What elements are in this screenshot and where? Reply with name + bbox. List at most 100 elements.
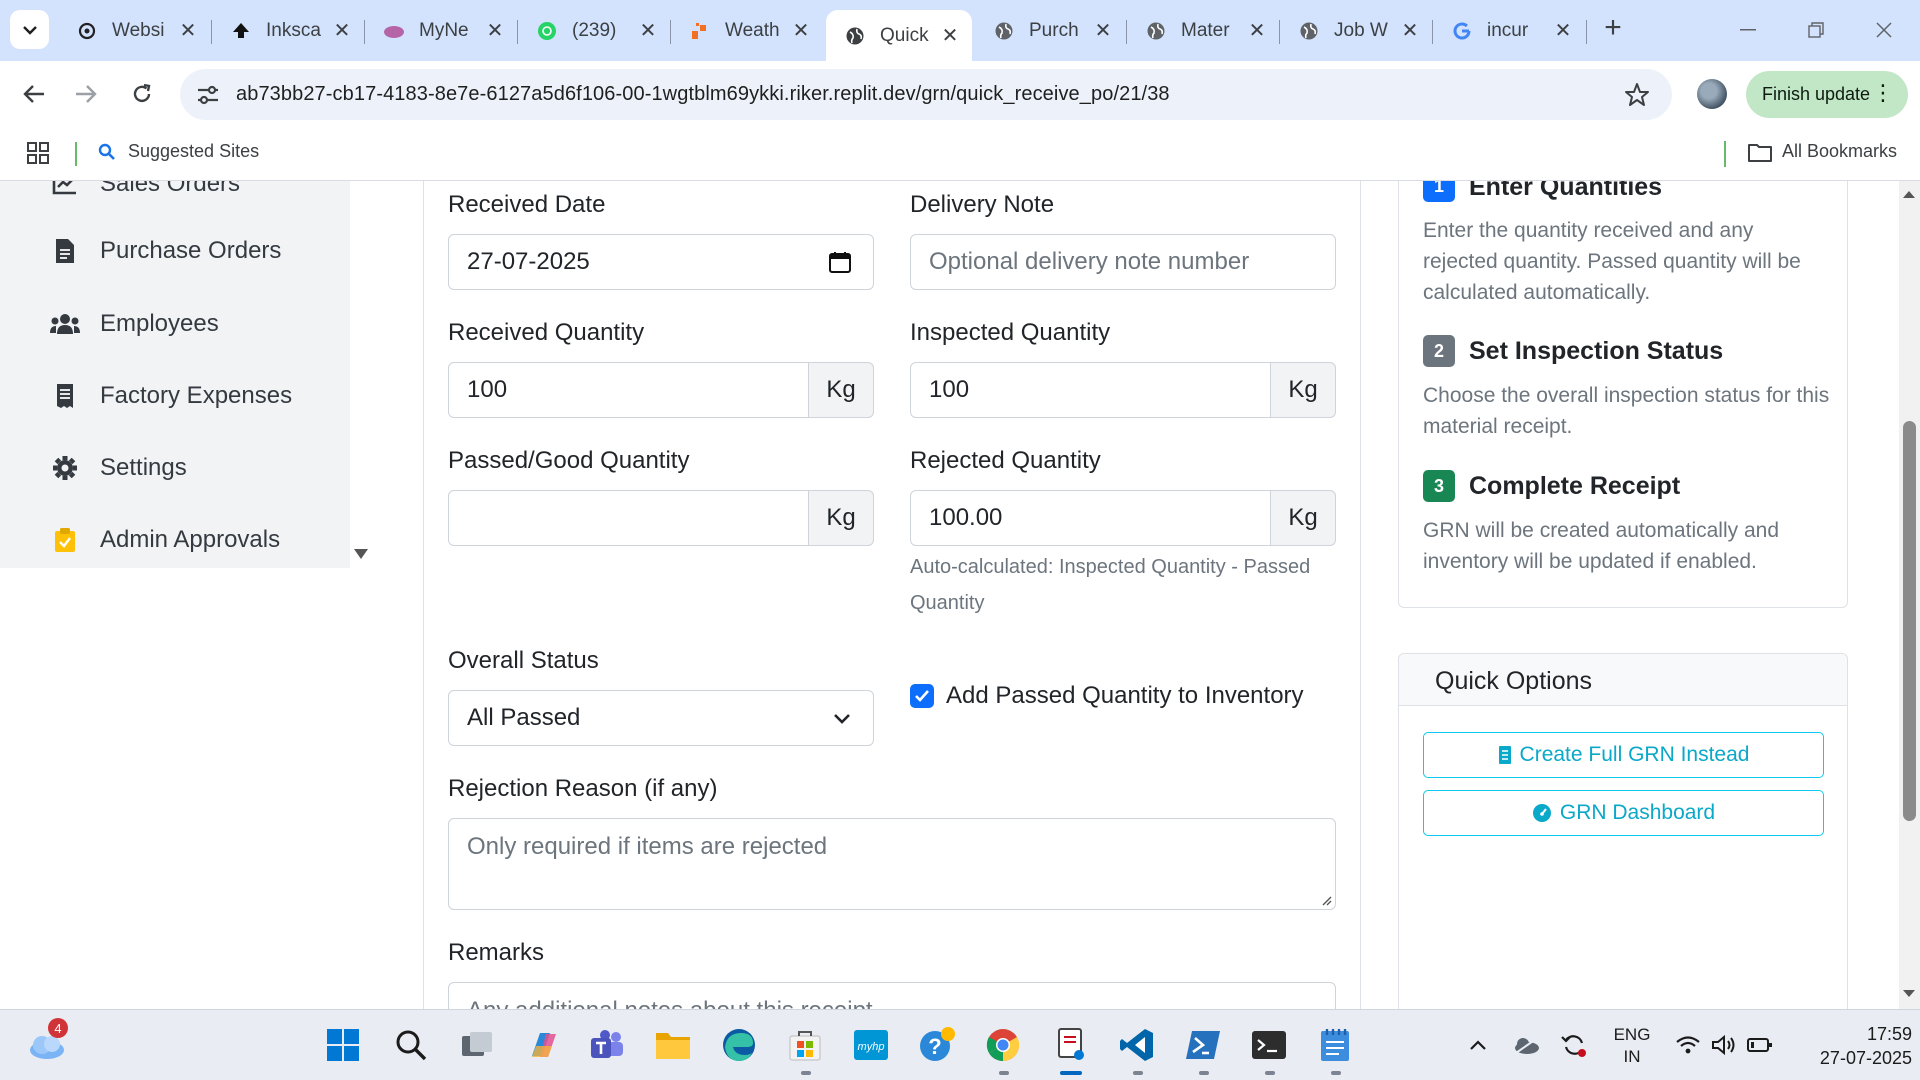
- sidebar-scroll-down-icon[interactable]: [354, 549, 368, 559]
- close-icon[interactable]: ✕: [1551, 19, 1575, 43]
- check-icon: [915, 690, 929, 702]
- tab-search-button[interactable]: [10, 10, 49, 49]
- notification-badge: 4: [48, 1018, 68, 1038]
- browser-tab[interactable]: Purch ✕: [975, 10, 1125, 51]
- remarks-label: Remarks: [448, 939, 545, 966]
- close-icon[interactable]: ✕: [1245, 19, 1269, 43]
- onedrive-icon[interactable]: [1506, 1024, 1546, 1066]
- more-vert-icon: ⋮: [1872, 80, 1894, 105]
- minimize-button[interactable]: [1728, 12, 1768, 48]
- sidebar-scrollbar[interactable]: [350, 181, 373, 568]
- file-explorer-icon[interactable]: [652, 1024, 694, 1066]
- browser-tab[interactable]: Weath ✕: [671, 10, 823, 51]
- address-bar[interactable]: ab73bb27-cb17-4183-8e7e-6127a5d6f106-00-…: [180, 69, 1672, 120]
- help-icon[interactable]: ?: [916, 1024, 958, 1066]
- sidebar-item-factory-expenses[interactable]: Factory Expenses: [50, 381, 292, 411]
- browser-tab[interactable]: Websi ✕: [58, 10, 210, 51]
- rejection-reason-textarea[interactable]: Only required if items are rejected: [448, 818, 1336, 910]
- all-bookmarks-button[interactable]: All Bookmarks: [1748, 141, 1897, 162]
- restore-button[interactable]: [1796, 12, 1836, 48]
- rejected-quantity-input[interactable]: 100.00: [910, 490, 1271, 546]
- document-icon: [50, 236, 80, 266]
- browser-tab[interactable]: Mater ✕: [1127, 10, 1279, 51]
- passed-quantity-input[interactable]: [448, 490, 809, 546]
- snipping-tool-icon[interactable]: [1050, 1024, 1092, 1066]
- suggested-sites-bookmark[interactable]: Suggested Sites: [98, 141, 259, 162]
- sidebar-item-purchase-orders[interactable]: Purchase Orders: [50, 236, 281, 266]
- new-tab-button[interactable]: +: [1598, 13, 1628, 44]
- chrome-icon[interactable]: [982, 1024, 1024, 1066]
- terminal-icon[interactable]: [1248, 1024, 1290, 1066]
- received-quantity-label: Received Quantity: [448, 319, 645, 346]
- bookmark-star-icon[interactable]: [1624, 82, 1650, 108]
- document-icon: [1498, 745, 1512, 765]
- finish-update-button[interactable]: Finish update ⋮: [1746, 71, 1908, 118]
- sidebar-item-admin-approvals[interactable]: Admin Approvals: [50, 525, 280, 555]
- vscode-icon[interactable]: [1116, 1024, 1158, 1066]
- close-icon[interactable]: ✕: [483, 19, 507, 43]
- teams-icon[interactable]: [586, 1024, 628, 1066]
- weather-widget-icon[interactable]: 4: [26, 1018, 68, 1066]
- close-window-button[interactable]: [1864, 12, 1904, 48]
- myhp-icon[interactable]: myhp: [850, 1024, 892, 1066]
- windows-start-icon[interactable]: [322, 1024, 364, 1066]
- browser-tab[interactable]: (239) ✕: [518, 10, 670, 51]
- close-icon[interactable]: ✕: [636, 19, 660, 43]
- close-icon[interactable]: ✕: [1091, 19, 1115, 43]
- resize-handle-icon[interactable]: [1320, 894, 1332, 906]
- volume-icon[interactable]: [1704, 1024, 1744, 1066]
- close-icon[interactable]: ✕: [789, 19, 813, 43]
- battery-icon[interactable]: [1740, 1024, 1780, 1066]
- copilot-icon[interactable]: [522, 1024, 564, 1066]
- close-icon[interactable]: ✕: [330, 19, 354, 43]
- create-full-grn-button[interactable]: Create Full GRN Instead: [1423, 732, 1824, 778]
- inspected-quantity-input[interactable]: 100: [910, 362, 1271, 418]
- input-language[interactable]: ENG IN: [1604, 1024, 1660, 1068]
- browser-tab[interactable]: incur ✕: [1433, 10, 1585, 51]
- browser-tab[interactable]: Job W ✕: [1280, 10, 1432, 51]
- passed-quantity-group: Kg: [448, 490, 874, 546]
- overall-status-select[interactable]: All Passed: [448, 690, 874, 746]
- scroll-down-icon[interactable]: [1902, 989, 1916, 999]
- page-scrollbar[interactable]: [1899, 181, 1920, 1009]
- clock[interactable]: 17:59 27-07-2025: [1794, 1022, 1912, 1070]
- received-quantity-input[interactable]: 100: [448, 362, 809, 418]
- sidebar-item-sales-orders[interactable]: Sales Orders: [50, 181, 240, 199]
- forward-button[interactable]: [68, 76, 104, 112]
- add-inventory-label[interactable]: Add Passed Quantity to Inventory: [946, 682, 1304, 710]
- arrow-left-icon: [23, 85, 44, 103]
- sidebar-item-settings[interactable]: Settings: [50, 453, 187, 483]
- wifi-icon[interactable]: [1668, 1024, 1708, 1066]
- microsoft-store-icon[interactable]: [784, 1024, 826, 1066]
- arrow-right-icon: [76, 85, 97, 103]
- site-info-icon[interactable]: [180, 69, 236, 120]
- search-icon[interactable]: [390, 1024, 432, 1066]
- folder-icon: [1748, 143, 1772, 162]
- back-button[interactable]: [16, 76, 52, 112]
- grn-dashboard-button[interactable]: GRN Dashboard: [1423, 790, 1824, 836]
- profile-avatar[interactable]: [1697, 79, 1727, 109]
- browser-tab[interactable]: Inksca ✕: [212, 10, 364, 51]
- reload-button[interactable]: [124, 76, 160, 112]
- step-title: Set Inspection Status: [1469, 337, 1724, 365]
- chevron-up-icon[interactable]: [1458, 1024, 1498, 1066]
- scroll-up-icon[interactable]: [1902, 189, 1916, 199]
- add-inventory-checkbox[interactable]: [910, 684, 934, 708]
- browser-tab[interactable]: MyNe ✕: [365, 10, 517, 51]
- task-view-icon[interactable]: [456, 1024, 498, 1066]
- sync-icon[interactable]: [1554, 1024, 1594, 1066]
- close-icon[interactable]: ✕: [938, 24, 962, 48]
- sidebar-item-employees[interactable]: Employees: [50, 309, 219, 339]
- edge-icon[interactable]: [718, 1024, 760, 1066]
- calendar-icon[interactable]: [829, 251, 851, 273]
- received-date-input[interactable]: 27-07-2025: [448, 234, 874, 290]
- page-scrollbar-thumb[interactable]: [1903, 421, 1916, 821]
- apps-grid-icon[interactable]: [26, 141, 50, 170]
- close-icon[interactable]: ✕: [176, 19, 200, 43]
- remarks-textarea[interactable]: Any additional notes about this receipt: [448, 982, 1336, 1009]
- browser-tab-active[interactable]: Quick ✕: [826, 10, 972, 61]
- delivery-note-input[interactable]: Optional delivery note number: [910, 234, 1336, 290]
- notepad-icon[interactable]: [1314, 1024, 1356, 1066]
- close-icon[interactable]: ✕: [1398, 19, 1422, 43]
- powershell-icon[interactable]: [1182, 1024, 1224, 1066]
